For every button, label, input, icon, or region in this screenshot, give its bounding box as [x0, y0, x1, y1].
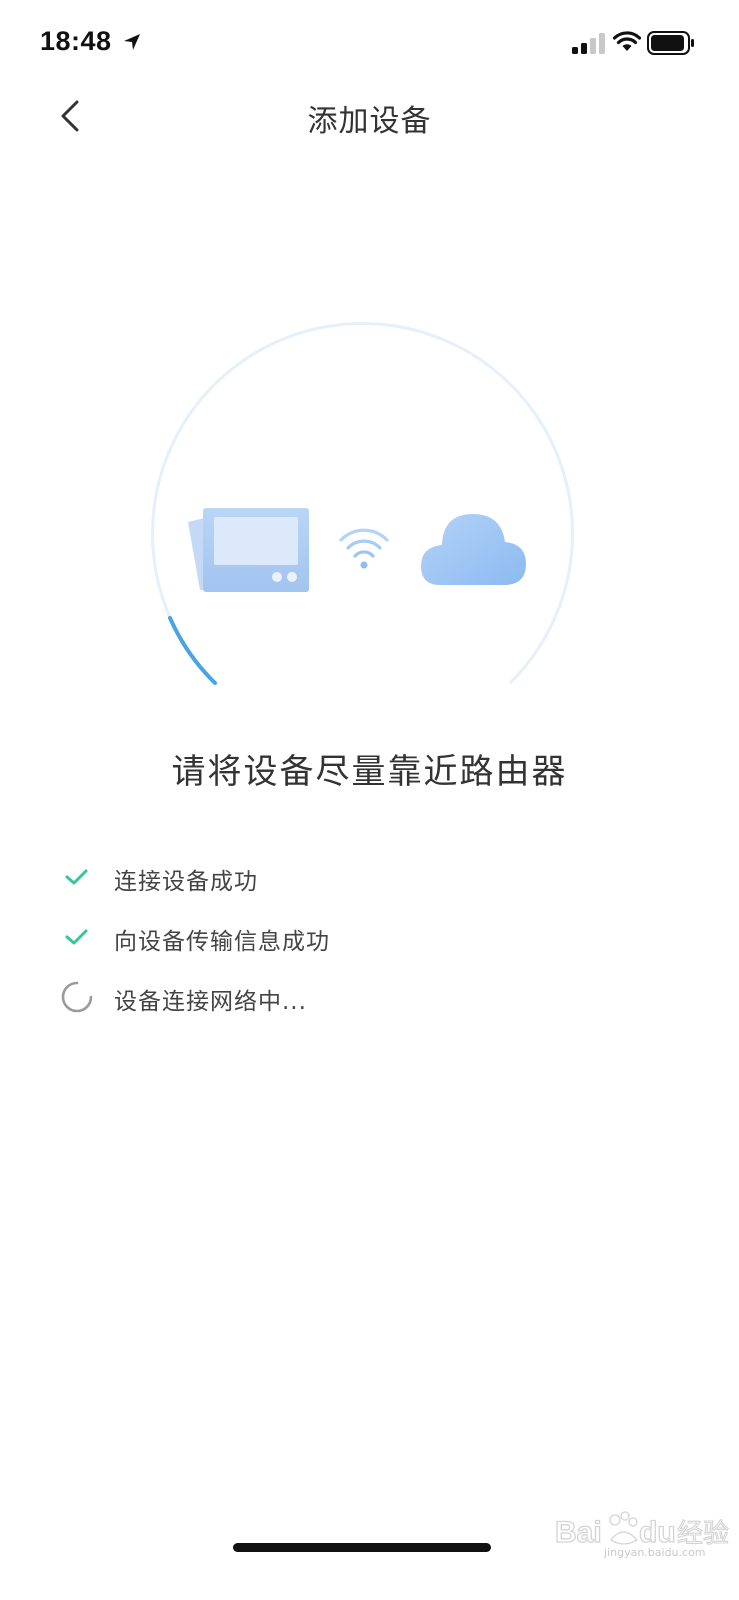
nav-bar: 添加设备 [0, 84, 739, 148]
hint-text: 请将设备尽量靠近路由器 [171, 752, 568, 792]
svg-text:du: du [639, 1516, 676, 1549]
wifi-icon [339, 528, 389, 569]
location-arrow-icon [124, 34, 140, 50]
step-connect-device: 连接设备成功 [60, 856, 660, 896]
check-icon [65, 929, 88, 945]
wifi-icon [613, 31, 641, 51]
step-label: 向设备传输信息成功 [114, 929, 330, 955]
home-indicator[interactable] [233, 1543, 491, 1552]
battery-icon [647, 31, 694, 55]
watermark-url: jingyan.baidu.com [604, 1546, 706, 1559]
status-bar: 18:48 [0, 0, 739, 90]
check-icon [65, 869, 88, 885]
status-time: 18:48 [40, 26, 112, 56]
step-transfer-info: 向设备传输信息成功 [60, 916, 660, 956]
page-title: 添加设备 [307, 104, 432, 139]
svg-text:Bai: Bai [555, 1516, 602, 1549]
connection-illustration [151, 322, 574, 685]
step-label: 连接设备成功 [114, 869, 258, 895]
device-icon [188, 508, 309, 592]
progress-ring-track [151, 322, 574, 685]
spinner-icon [61, 981, 93, 1013]
step-label: 设备连接网络中... [114, 989, 307, 1015]
baidu-watermark-logo: Bai du 经验 [554, 1511, 730, 1550]
cloud-icon [421, 514, 526, 585]
signal-icon [572, 33, 605, 54]
step-connect-network: 设备连接网络中... [60, 976, 660, 1016]
svg-text:经验: 经验 [677, 1519, 729, 1549]
progress-ring-fill [168, 616, 217, 685]
